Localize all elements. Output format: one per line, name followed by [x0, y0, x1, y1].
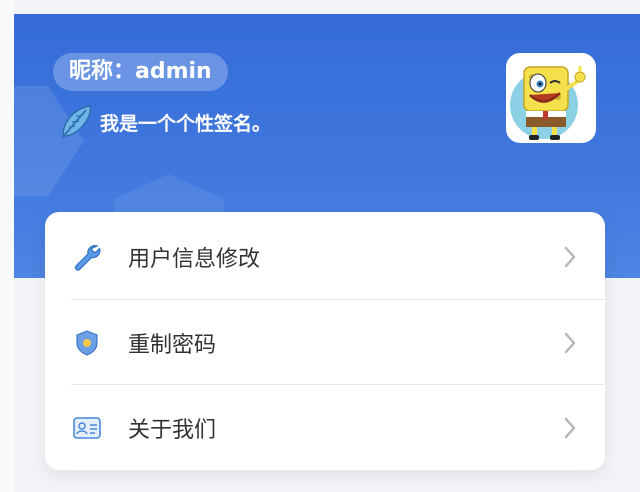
- nickname-badge: 昵称：admin: [53, 53, 228, 91]
- signature: 我是一个个性签名。: [56, 102, 271, 142]
- menu-item-label: 用户信息修改: [128, 247, 261, 272]
- menu-item-edit-user-info[interactable]: 用户信息修改: [45, 214, 605, 300]
- shield-icon: [71, 327, 103, 359]
- screen: 昵称：admin 我是一个个性签名。 用户信息修改 重制密码 关于我们: [0, 0, 640, 492]
- avatar-image: [510, 66, 586, 140]
- left-edge: [0, 0, 14, 492]
- feather-icon: [61, 105, 92, 139]
- signature-text: 我是一个个性签名。: [100, 112, 272, 135]
- chevron-right-icon: [564, 246, 576, 268]
- menu-item-label: 关于我们: [128, 418, 217, 443]
- chevron-right-icon: [564, 332, 576, 354]
- avatar[interactable]: [506, 53, 596, 143]
- wrench-icon: [71, 241, 103, 273]
- id-card-icon: [71, 412, 103, 444]
- menu-item-reset-password[interactable]: 重制密码: [45, 300, 605, 386]
- chevron-right-icon: [564, 417, 576, 439]
- menu-item-about-us[interactable]: 关于我们: [45, 385, 605, 471]
- menu-item-label: 重制密码: [128, 333, 217, 358]
- menu-card: 用户信息修改 重制密码 关于我们: [45, 212, 605, 470]
